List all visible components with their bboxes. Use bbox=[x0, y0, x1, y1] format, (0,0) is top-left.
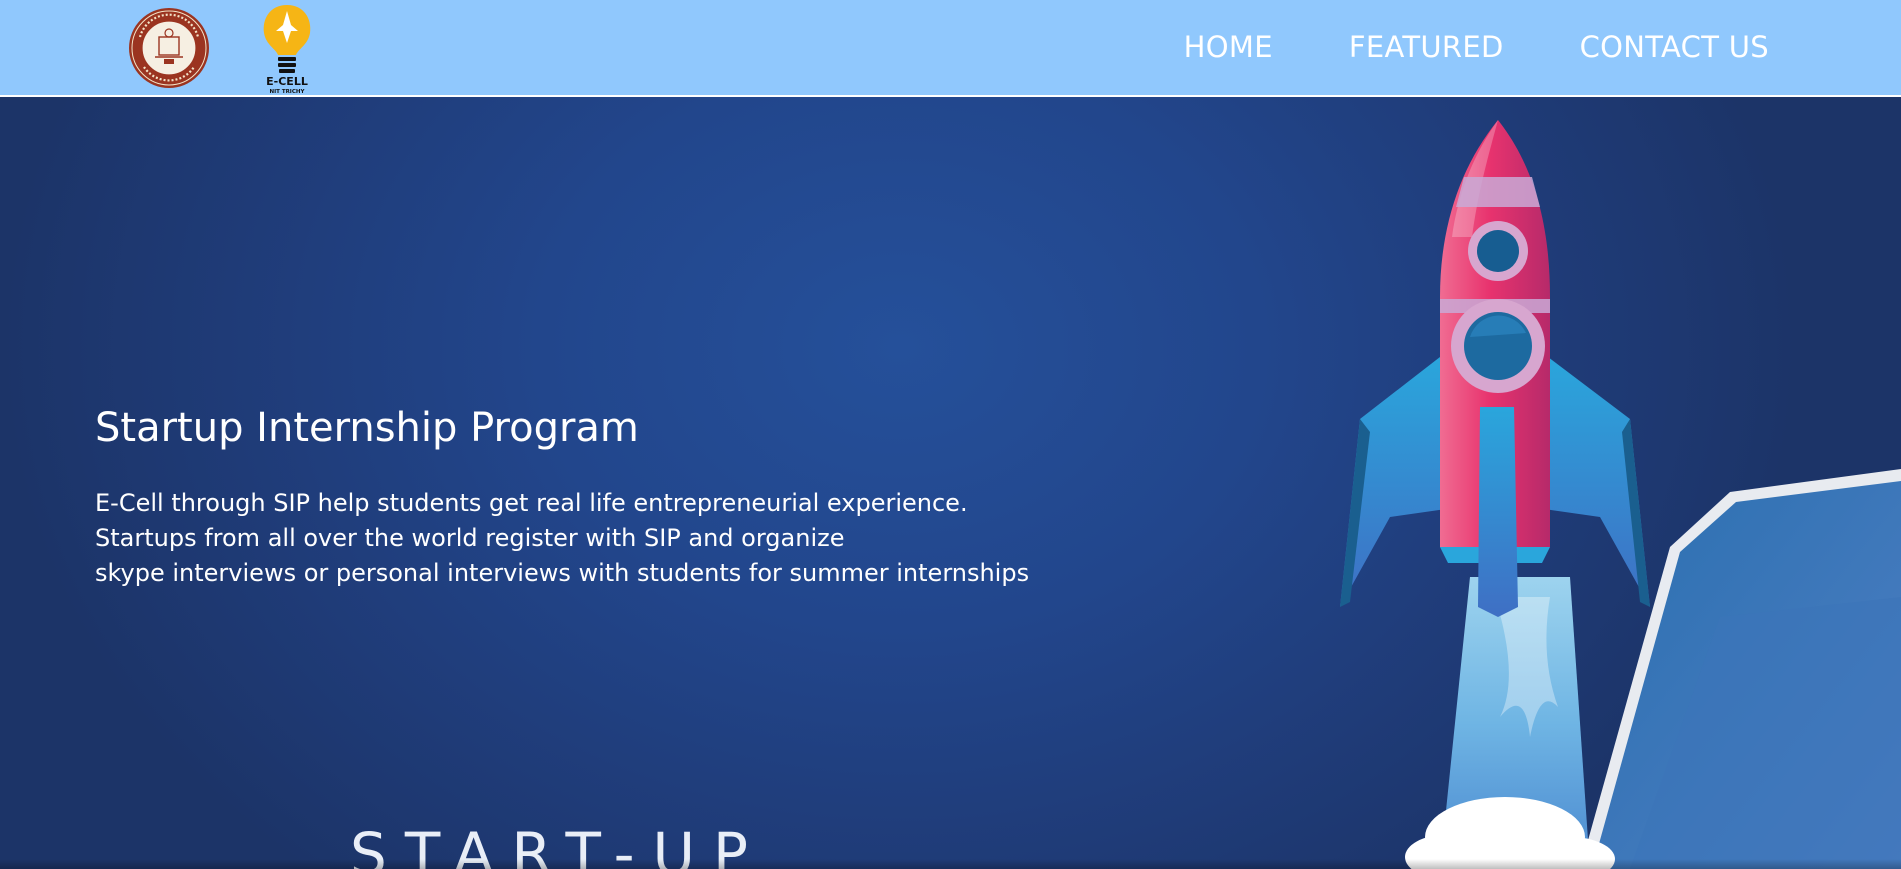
nav-link-featured[interactable]: FEATURED bbox=[1349, 28, 1504, 66]
hero-description: E-Cell through SIP help students get rea… bbox=[95, 486, 1029, 591]
nav-link-home[interactable]: HOME bbox=[1184, 28, 1273, 66]
bottom-shadow bbox=[0, 859, 1901, 869]
ecell-logo-icon[interactable]: E-CELL NIT TRICHY bbox=[258, 3, 316, 95]
navbar: E-CELL NIT TRICHY HOME FEATURED CONTACT … bbox=[0, 0, 1901, 97]
hero-description-line: E-Cell through SIP help students get rea… bbox=[95, 489, 968, 517]
hero-section: Startup Internship Program E-Cell throug… bbox=[0, 97, 1901, 869]
nitt-logo-icon[interactable] bbox=[128, 7, 210, 89]
ecell-logo-text: E-CELL bbox=[266, 75, 308, 88]
ecell-logo-subtext: NIT TRICHY bbox=[270, 89, 306, 95]
nav-link-contact-us[interactable]: CONTACT US bbox=[1580, 28, 1769, 66]
main-nav: HOME FEATURED CONTACT US bbox=[1184, 28, 1769, 66]
hero-title: Startup Internship Program bbox=[95, 405, 639, 451]
hero-description-line: Startups from all over the world registe… bbox=[95, 524, 845, 552]
rocket-illustration-icon bbox=[1340, 120, 1901, 869]
hero-description-line: skype interviews or personal interviews … bbox=[95, 559, 1030, 587]
